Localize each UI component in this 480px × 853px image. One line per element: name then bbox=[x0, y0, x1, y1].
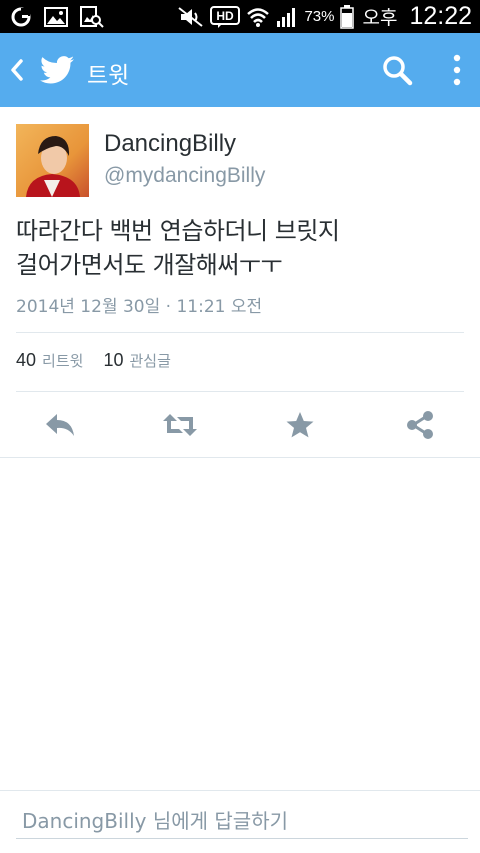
favorite-count[interactable]: 10 bbox=[103, 350, 123, 371]
share-icon bbox=[407, 411, 433, 439]
hd-voice-icon: HD bbox=[210, 5, 241, 29]
divider bbox=[16, 332, 464, 333]
status-bar-left bbox=[10, 5, 104, 29]
hd-label: HD bbox=[217, 9, 235, 23]
reply-bar bbox=[0, 790, 480, 853]
share-button[interactable] bbox=[400, 405, 440, 445]
favorite-button[interactable] bbox=[280, 405, 320, 445]
tweet-text-line: 따라간다 백번 연습하더니 브릿지 bbox=[16, 217, 340, 245]
battery-percent: 73% bbox=[304, 8, 335, 25]
retweet-count[interactable]: 40 bbox=[16, 350, 36, 371]
divider bbox=[0, 457, 480, 458]
clock-time: 12:22 bbox=[409, 2, 472, 30]
retweet-label[interactable]: 리트윗 bbox=[42, 350, 83, 371]
favorite-icon bbox=[286, 412, 314, 438]
search-button[interactable] bbox=[380, 53, 414, 87]
divider bbox=[16, 391, 464, 392]
retweet-icon bbox=[163, 414, 197, 436]
more-vertical-icon bbox=[453, 54, 461, 86]
tweet-text: 따라간다 백번 연습하더니 브릿지 걸어가면서도 개잘해써ㅜㅜ bbox=[16, 214, 466, 282]
tweet-text-line: 걸어가면서도 개잘해써ㅜㅜ bbox=[16, 251, 283, 279]
mute-icon bbox=[178, 6, 204, 28]
gallery-icon bbox=[44, 6, 68, 28]
reply-button[interactable] bbox=[40, 405, 80, 445]
author-handle[interactable]: @mydancingBilly bbox=[104, 164, 265, 188]
clock-ampm: 오후 bbox=[362, 7, 398, 29]
tweet-stats: 40 리트윗 10 관심글 bbox=[16, 350, 185, 371]
overflow-menu-button[interactable] bbox=[446, 51, 468, 89]
reply-icon bbox=[46, 414, 74, 436]
battery-icon bbox=[340, 4, 355, 29]
avatar[interactable] bbox=[16, 124, 89, 197]
status-bar-right: HD 73% 오후 12:22 bbox=[178, 0, 472, 33]
notification-app-icon bbox=[10, 6, 32, 28]
wifi-icon bbox=[246, 6, 270, 28]
signal-icon bbox=[276, 6, 298, 28]
tweet-timestamp: 2014년 12월 30일 · 11:21 오전 bbox=[16, 297, 263, 317]
search-icon bbox=[383, 56, 413, 86]
page-title: 트윗 bbox=[87, 63, 130, 89]
screenshot-search-icon bbox=[80, 6, 104, 28]
back-button[interactable] bbox=[6, 55, 30, 85]
retweet-button[interactable] bbox=[160, 405, 200, 445]
app-bar: 트윗 bbox=[0, 33, 480, 107]
twitter-bird-icon bbox=[40, 55, 74, 85]
back-chevron-icon bbox=[11, 59, 23, 81]
status-bar: HD 73% 오후 12:22 bbox=[0, 0, 480, 33]
reply-input[interactable] bbox=[16, 803, 468, 839]
favorite-label[interactable]: 관심글 bbox=[129, 350, 170, 371]
author-display-name[interactable]: DancingBilly bbox=[104, 130, 236, 158]
